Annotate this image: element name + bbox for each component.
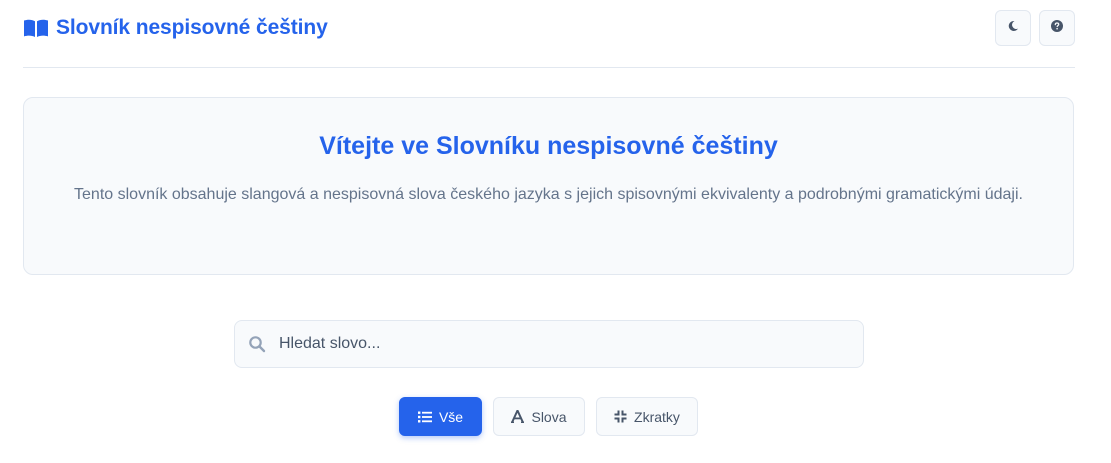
- welcome-card: Vítejte ve Slovníku nespisovné češtiny T…: [23, 97, 1074, 275]
- filter-abbreviations-button[interactable]: Zkratky: [596, 397, 698, 436]
- search-box: [234, 320, 864, 368]
- welcome-title: Vítejte ve Slovníku nespisovné češtiny: [319, 132, 778, 160]
- question-circle-icon: [1051, 19, 1063, 37]
- welcome-description: Tento slovník obsahuje slangová a nespis…: [74, 186, 1023, 203]
- filter-words-label: Slova: [531, 408, 567, 425]
- app-title: Slovník nespisovné češtiny: [56, 16, 328, 39]
- book-open-icon: [23, 18, 49, 38]
- search-input[interactable]: [279, 321, 849, 367]
- filter-words-button[interactable]: Slova: [493, 397, 585, 436]
- compress-icon: [614, 410, 627, 423]
- search-icon: [248, 335, 266, 358]
- filter-abbreviations-label: Zkratky: [634, 408, 680, 425]
- filter-all-button[interactable]: Vše: [399, 397, 482, 436]
- page: Slovník nespisovné češtiny Vítejte ve Sl…: [0, 0, 1111, 463]
- filter-all-label: Vše: [438, 408, 464, 425]
- theme-toggle-button[interactable]: [995, 10, 1031, 46]
- font-icon: [511, 410, 525, 423]
- moon-icon: [1007, 19, 1019, 37]
- brand[interactable]: Slovník nespisovné češtiny: [23, 14, 328, 42]
- app-header: Slovník nespisovné češtiny: [23, 0, 1075, 68]
- list-icon: [417, 411, 432, 423]
- help-button[interactable]: [1039, 10, 1075, 46]
